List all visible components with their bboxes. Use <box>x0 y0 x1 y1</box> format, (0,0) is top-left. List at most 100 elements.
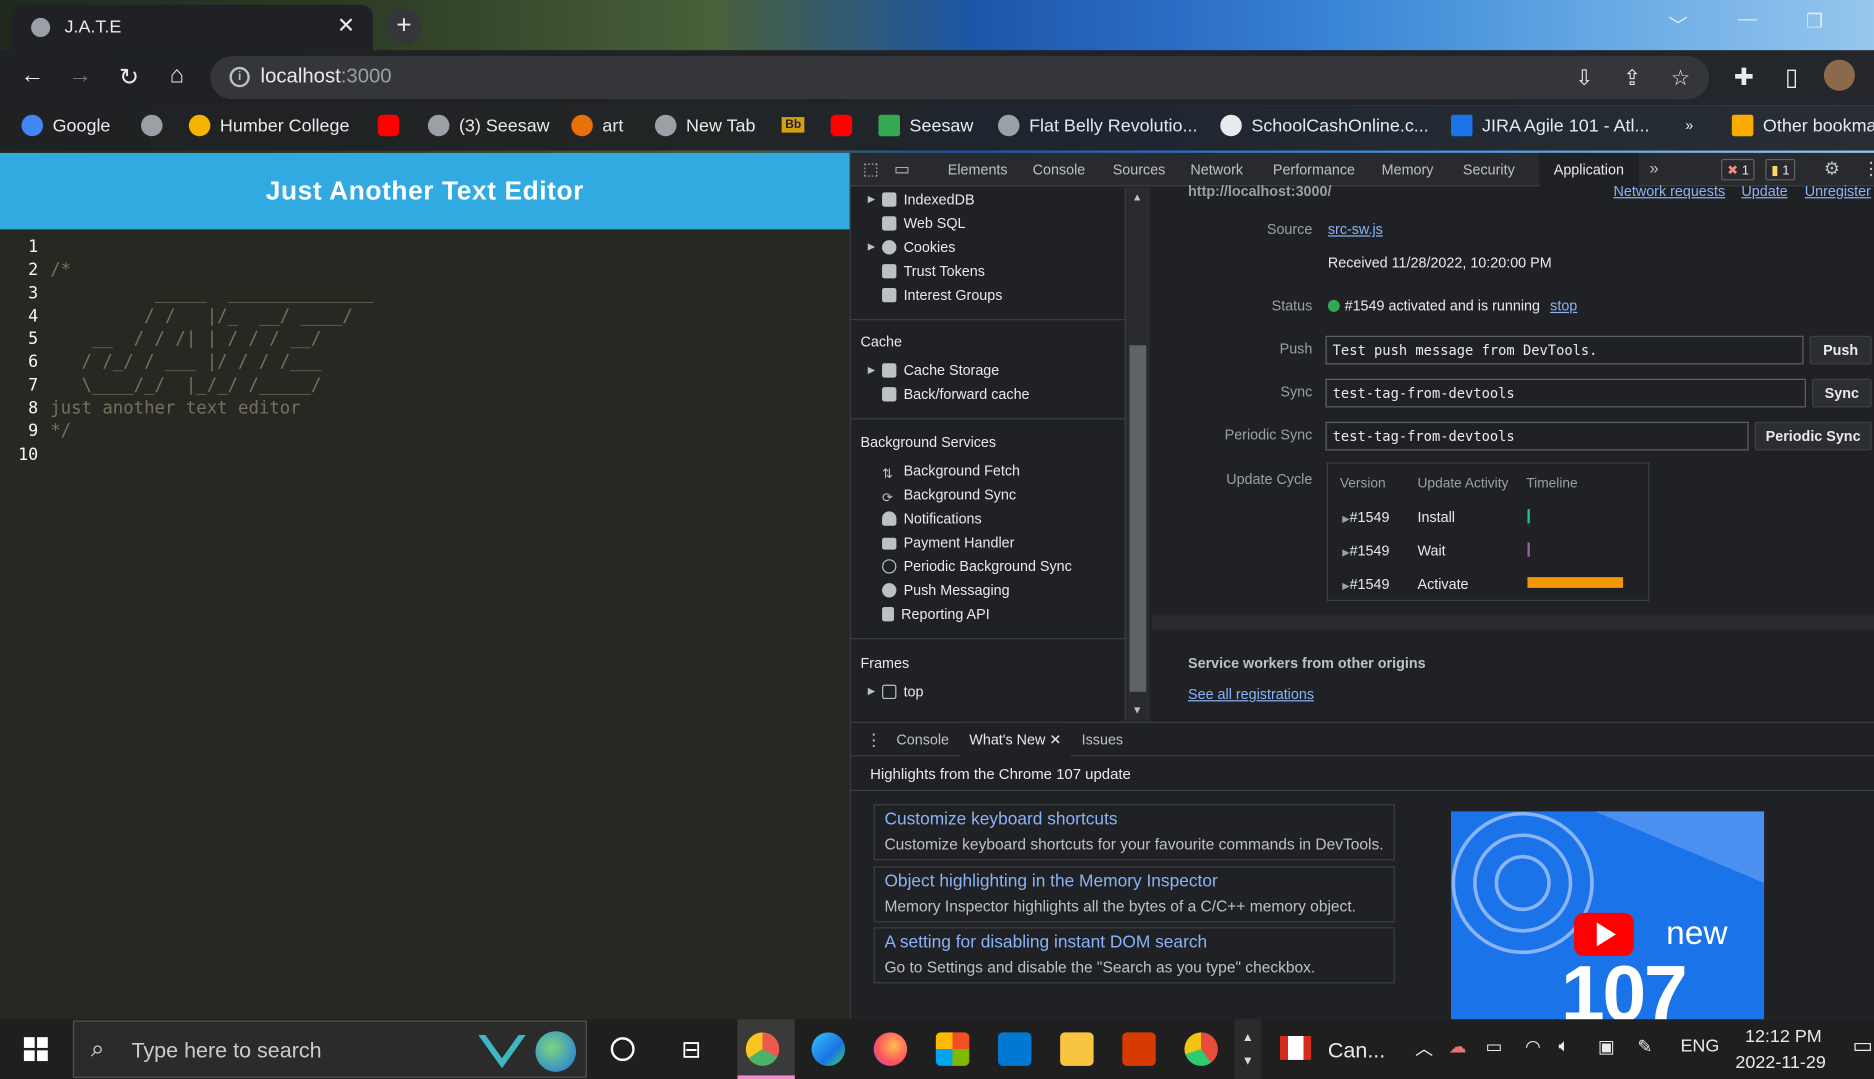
bookmark-art[interactable]: art <box>571 114 623 137</box>
more-options-icon[interactable]: ⋮ <box>1862 158 1874 179</box>
see-all-registrations-link[interactable]: See all registrations <box>1188 686 1314 703</box>
onedrive-icon[interactable]: ☁ <box>1449 1036 1467 1057</box>
sidebar-item-cache-storage[interactable]: Cache Storage <box>882 362 999 379</box>
sidebar-item-interest-groups[interactable]: Interest Groups <box>882 287 1002 304</box>
notification-center-icon[interactable]: ▭ <box>1853 1034 1873 1059</box>
code-editor[interactable]: 1 2 3 4 5 6 7 8 9 10 /* _____ __________… <box>0 229 850 1020</box>
stop-link[interactable]: stop <box>1550 298 1577 315</box>
other-bookmarks-folder[interactable]: Other bookmarks <box>1731 114 1874 137</box>
inspect-element-icon[interactable]: ⬚ <box>863 159 879 179</box>
language-indicator[interactable]: ENG <box>1680 1036 1719 1056</box>
warning-count-badge[interactable]: ▮ 1 <box>1765 158 1796 181</box>
error-count-badge[interactable]: ✖ 1 <box>1721 158 1756 181</box>
close-icon[interactable]: ✕ <box>1049 731 1061 748</box>
sidebar-item-notifications[interactable]: Notifications <box>882 510 982 527</box>
card-title[interactable]: Object highlighting in the Memory Inspec… <box>884 872 1217 891</box>
reload-icon[interactable]: ↻ <box>114 62 145 92</box>
unregister-link[interactable]: Unregister <box>1805 183 1871 200</box>
sidebar-item-push-messaging[interactable]: Push Messaging <box>882 582 1010 599</box>
bookmark-blackboard[interactable]: Bb <box>781 117 805 133</box>
bookmark-star-icon[interactable]: ☆ <box>1671 66 1690 91</box>
tab-console[interactable]: Console <box>1033 161 1086 178</box>
table-row-version[interactable]: ▶#1549 <box>1342 576 1389 593</box>
windows-start-icon[interactable] <box>23 1037 48 1062</box>
home-icon[interactable]: ⌂ <box>161 62 192 89</box>
sync-input[interactable] <box>1325 378 1806 408</box>
scroll-down-icon[interactable]: ▼ <box>1132 704 1143 716</box>
drawer-menu-icon[interactable]: ⋮ <box>865 730 882 750</box>
restore-button[interactable]: ❐ <box>1806 10 1823 34</box>
address-bar[interactable]: i localhost:3000 ⇩ ⇪ ☆ <box>210 56 1710 100</box>
profile-avatar[interactable] <box>1823 59 1855 91</box>
sidebar-item-reporting-api[interactable]: Reporting API <box>882 606 990 623</box>
show-hidden-icons[interactable]: ︿ <box>1415 1036 1433 1061</box>
meet-icon[interactable]: ▣ <box>1598 1036 1615 1057</box>
expand-arrow-icon[interactable]: ▶ <box>868 686 875 697</box>
source-file-link[interactable]: src-sw.js <box>1328 221 1383 238</box>
taskbar-scroll-icon[interactable]: ▲ ▼ <box>1234 1019 1261 1079</box>
push-button[interactable]: Push <box>1809 335 1872 365</box>
task-view-icon[interactable]: ⊟ <box>681 1035 701 1065</box>
sidebar-item-frame-top[interactable]: top <box>882 683 924 700</box>
push-input[interactable] <box>1325 335 1804 365</box>
network-requests-link[interactable]: Network requests <box>1614 183 1726 200</box>
more-bookmarks-icon[interactable]: » <box>1685 117 1693 134</box>
tab-memory[interactable]: Memory <box>1382 161 1434 178</box>
card-title[interactable]: A setting for disabling instant DOM sear… <box>884 933 1207 952</box>
tab-search-icon[interactable]: ﹀ <box>1668 10 1687 39</box>
expand-arrow-icon[interactable]: ▶ <box>868 194 875 205</box>
tab-network[interactable]: Network <box>1190 161 1243 178</box>
extensions-icon[interactable]: ✚ <box>1728 62 1759 92</box>
device-toolbar-icon[interactable]: ▭ <box>894 159 910 179</box>
bookmark-seesaw[interactable]: Seesaw <box>878 114 973 137</box>
bookmark-youtube[interactable] <box>377 114 409 137</box>
taskbar-search-box[interactable]: ⌕ Type here to search <box>72 1020 587 1078</box>
sidebar-item-payment-handler[interactable]: Payment Handler <box>882 534 1014 551</box>
browser-tab[interactable]: J.A.T.E ✕ <box>11 4 373 51</box>
scroll-up-icon[interactable]: ▲ <box>1132 191 1143 203</box>
drawer-tab-issues[interactable]: Issues <box>1082 731 1123 748</box>
store-icon[interactable] <box>935 1032 970 1066</box>
periodic-sync-input[interactable] <box>1325 421 1749 451</box>
bookmark-seesaw-3[interactable]: (3) Seesaw <box>427 114 550 137</box>
bookmark-schoolcash[interactable]: SchoolCashOnline.c... <box>1220 114 1429 137</box>
cortana-icon[interactable] <box>610 1037 635 1062</box>
bookmark-youtube-2[interactable] <box>830 114 862 137</box>
firefox-icon[interactable] <box>873 1032 908 1066</box>
sidebar-item-websql[interactable]: Web SQL <box>882 215 965 232</box>
update-link[interactable]: Update <box>1741 183 1787 200</box>
office-icon[interactable] <box>1122 1032 1156 1066</box>
share-icon[interactable]: ⇪ <box>1623 66 1641 91</box>
bookmark-google[interactable]: Google <box>21 114 110 137</box>
mail-icon[interactable] <box>997 1032 1032 1066</box>
settings-gear-icon[interactable]: ⚙ <box>1824 158 1840 179</box>
table-row-version[interactable]: ▶#1549 <box>1342 509 1389 526</box>
site-info-icon[interactable]: i <box>229 66 250 88</box>
bookmark-globe[interactable] <box>141 114 172 137</box>
whats-new-card[interactable]: Object highlighting in the Memory Inspec… <box>873 866 1395 923</box>
expand-arrow-icon[interactable]: ▶ <box>868 241 875 252</box>
close-tab-icon[interactable]: ✕ <box>337 13 355 38</box>
wifi-icon[interactable]: ◠ <box>1525 1036 1541 1057</box>
sidebar-item-background-sync[interactable]: ⟳ Background Sync <box>882 486 1016 505</box>
back-icon[interactable]: ← <box>17 62 48 89</box>
edge-icon[interactable] <box>811 1032 846 1066</box>
install-icon[interactable]: ⇩ <box>1575 66 1593 91</box>
tab-performance[interactable]: Performance <box>1273 161 1355 178</box>
sidebar-scrollbar[interactable]: ▲ ▼ <box>1125 187 1150 721</box>
sidebar-item-bfcache[interactable]: Back/forward cache <box>882 386 1030 403</box>
whats-new-card[interactable]: A setting for disabling instant DOM sear… <box>873 927 1395 984</box>
sidebar-item-cookies[interactable]: Cookies <box>882 239 955 256</box>
volume-icon[interactable]: 🔈︎ <box>1559 1036 1570 1056</box>
tab-security[interactable]: Security <box>1463 161 1515 178</box>
side-panel-icon[interactable]: ▯ <box>1776 62 1807 92</box>
scrollbar-thumb[interactable] <box>1129 345 1147 692</box>
release-video-thumbnail[interactable]: new 107 <box>1450 811 1765 1021</box>
sidebar-item-trust-tokens[interactable]: Trust Tokens <box>882 263 985 280</box>
code-lines[interactable]: /* _____ ______________ / / |/_ __/ ____… <box>50 237 373 468</box>
drawer-tab-console[interactable]: Console <box>896 731 949 748</box>
sidebar-item-indexeddb[interactable]: IndexedDB <box>882 191 975 208</box>
bookmark-new-tab[interactable]: New Tab <box>654 114 755 137</box>
app-icon[interactable] <box>1184 1032 1218 1066</box>
pen-icon[interactable]: ✎ <box>1637 1036 1652 1057</box>
